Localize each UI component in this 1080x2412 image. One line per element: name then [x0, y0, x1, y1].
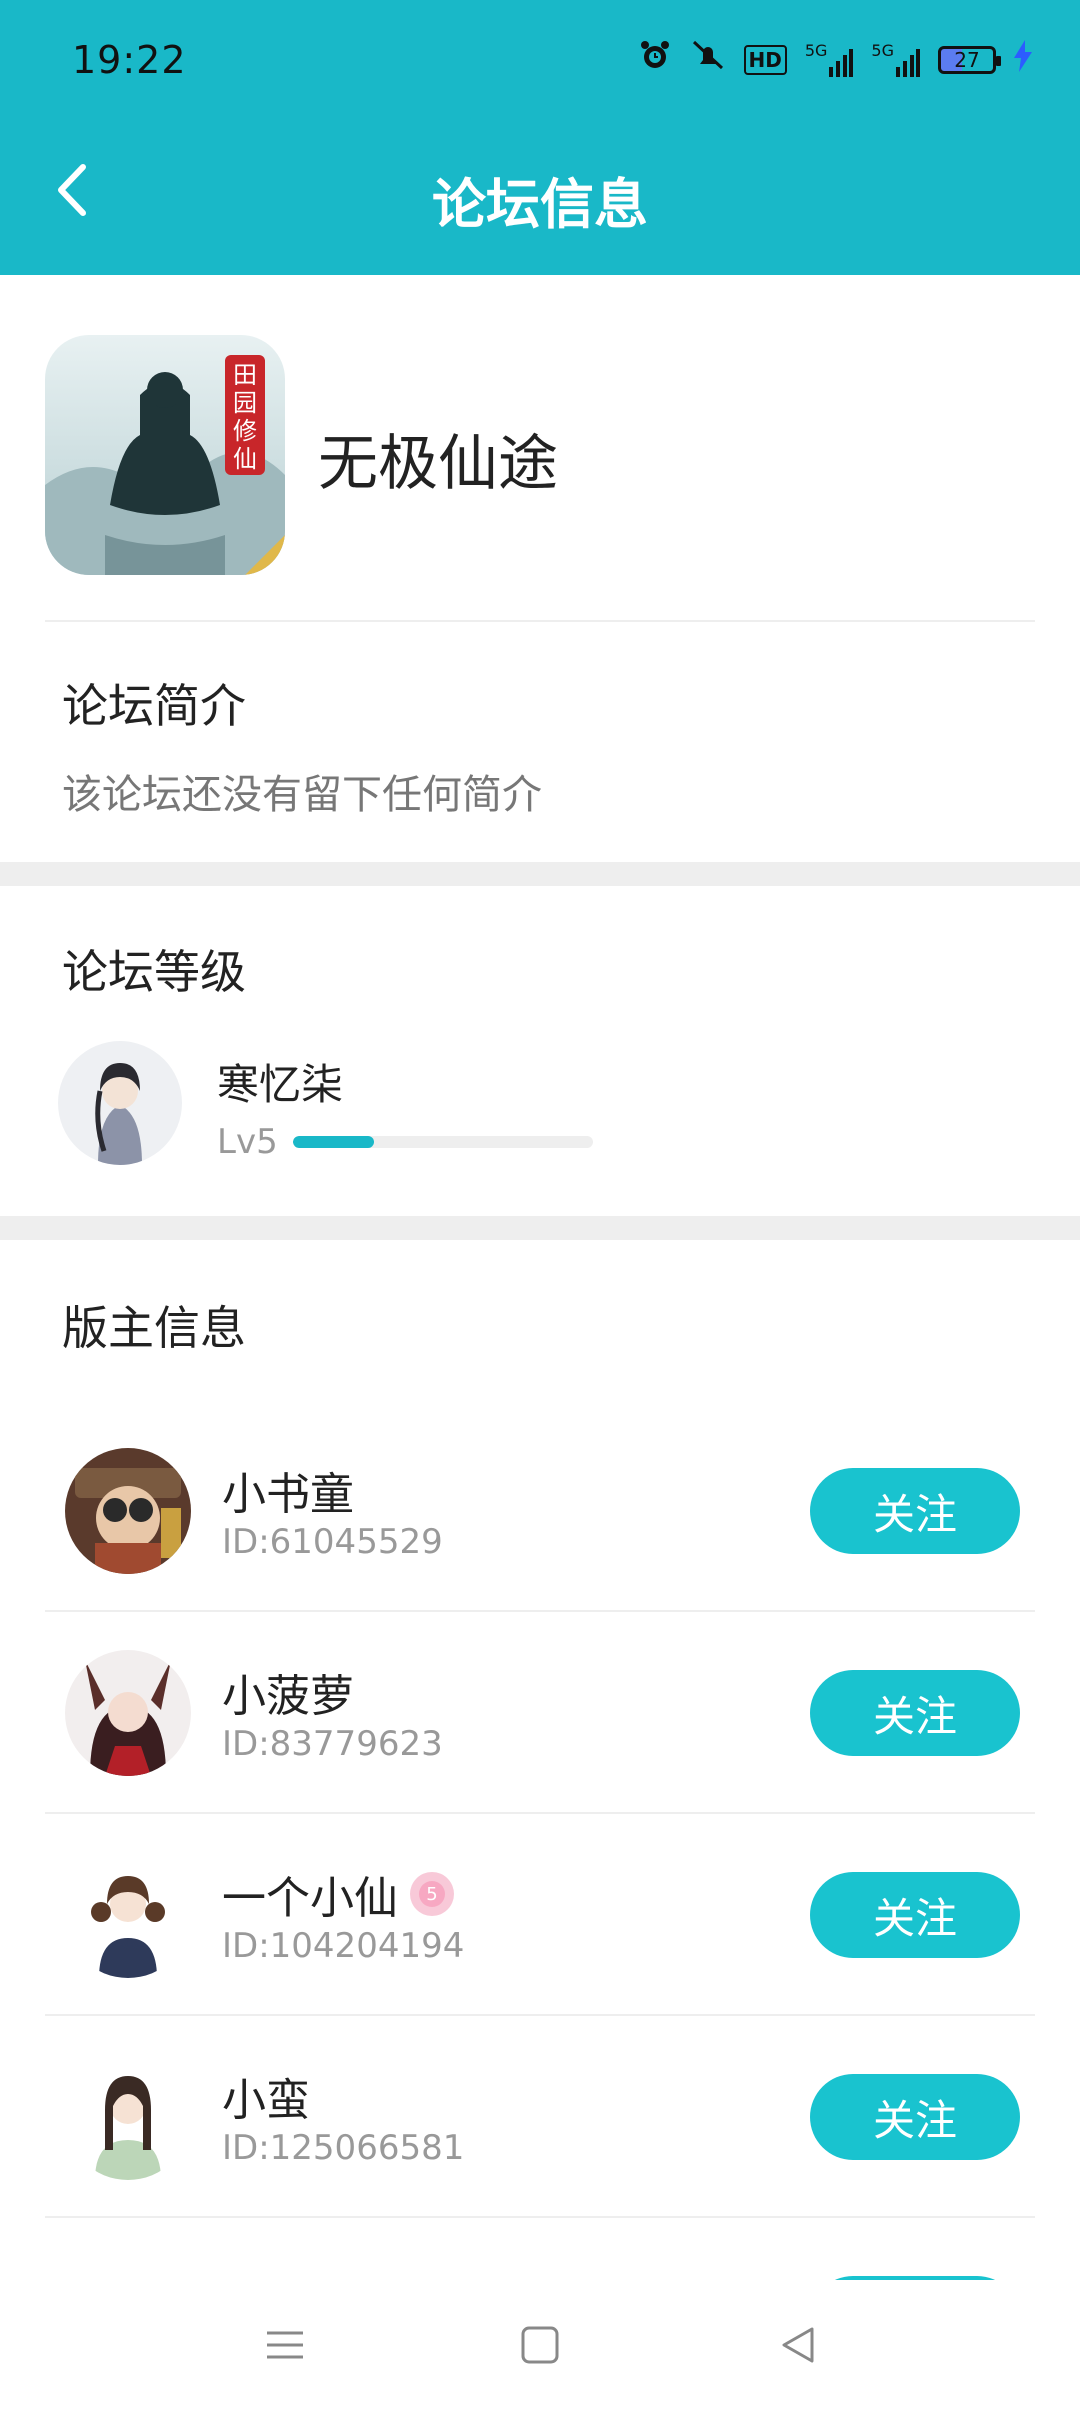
level-progress-fill [293, 1136, 374, 1148]
forum-icon-char-3: 修 [233, 417, 257, 445]
moderator-name: 叶凝烟 [222, 2266, 402, 2280]
page: 19:22 HD 5G 5G 27 论坛信息 田 园 修 仙 无极仙途 论坛简介… [0, 0, 1080, 2412]
avatar[interactable] [65, 2054, 191, 2180]
triangle-back-icon [782, 2327, 814, 2363]
moderator-id: ID:104204194 [222, 1926, 465, 1966]
svg-text:5: 5 [426, 1884, 437, 1905]
moderator-name: 小蛮 [222, 2064, 310, 2128]
charging-icon [1014, 40, 1032, 80]
avatar[interactable] [65, 1448, 191, 1574]
alarm-icon [638, 38, 672, 83]
moderator-name-text: 一个小仙 [222, 1873, 398, 1924]
level-user-name: 寒忆柒 [217, 1060, 344, 1109]
level-label: Lv5 [217, 1122, 278, 1162]
status-bar: 19:22 HD 5G 5G 27 [0, 0, 1080, 125]
intro-title: 论坛简介 [62, 679, 246, 733]
intro-text: 该论坛还没有留下任何简介 [62, 772, 542, 818]
follow-button[interactable]: 关注 [810, 2074, 1020, 2160]
back-nav-button[interactable] [758, 2310, 838, 2380]
follow-button[interactable]: 关注 [810, 1468, 1020, 1554]
section-gap [0, 1216, 1080, 1240]
moderator-name-text: 小书童 [222, 1469, 354, 1520]
list-item[interactable]: 小书童 ID:61045529 关注 [0, 1410, 1080, 1612]
avatar[interactable] [65, 1852, 191, 1978]
moderator-title: 版主信息 [62, 1301, 246, 1355]
moderator-name-text: 小菠萝 [222, 1671, 354, 1722]
forum-icon-char-2: 园 [233, 389, 257, 417]
section-gap [0, 862, 1080, 886]
list-item[interactable]: 一个小仙 5 ID:104204194 关注 [0, 1814, 1080, 2016]
list-item[interactable]: 叶凝烟 关注 [0, 2218, 1080, 2280]
menu-icon [267, 2331, 303, 2359]
list-item[interactable]: 小蛮 ID:125066581 关注 [0, 2016, 1080, 2218]
list-item[interactable]: 小菠萝 ID:83779623 关注 [0, 1612, 1080, 1814]
home-button[interactable] [500, 2310, 580, 2380]
page-title: 论坛信息 [432, 173, 648, 236]
battery-icon: 27 [938, 46, 1001, 74]
avatar[interactable] [65, 1650, 191, 1776]
level-badge-icon: 5 [410, 1872, 454, 1916]
status-time: 19:22 [72, 38, 187, 82]
signal-icon-1: 5G [805, 43, 854, 77]
forum-icon: 田 园 修 仙 [45, 335, 285, 575]
forum-level-section: 论坛等级 寒忆柒 Lv5 [0, 886, 1080, 1216]
status-icons: HD 5G 5G 27 [638, 38, 1032, 83]
moderator-id: ID:61045529 [222, 1522, 443, 1562]
hd-icon: HD [743, 45, 787, 75]
moderator-list: 小书童 ID:61045529 关注 小菠萝 ID:83779623 关注 一个… [0, 1410, 1080, 2280]
forum-header: 田 园 修 仙 无极仙途 [0, 275, 1080, 620]
moderator-name-text: 小蛮 [222, 2075, 310, 2126]
level-progress-bar [293, 1136, 593, 1148]
forum-name: 无极仙途 [318, 429, 558, 499]
menu-button[interactable] [245, 2310, 325, 2380]
follow-button[interactable]: 关注 [810, 1670, 1020, 1756]
moderator-name: 小书童 [222, 1458, 354, 1522]
moderator-id: ID:125066581 [222, 2128, 465, 2168]
nav-row: 论坛信息 [0, 140, 1080, 240]
system-navigation-bar [0, 2280, 1080, 2412]
moderator-id: ID:83779623 [222, 1724, 443, 1764]
forum-icon-char-1: 田 [233, 361, 257, 389]
follow-button[interactable]: 关注 [810, 1872, 1020, 1958]
moderator-name: 一个小仙 5 [222, 1862, 454, 1926]
forum-icon-char-4: 仙 [233, 445, 257, 473]
moderator-name-text: 叶凝烟 [222, 2266, 354, 2280]
moderator-name: 小菠萝 [222, 1660, 354, 1724]
mute-icon [690, 38, 726, 83]
app-header: 19:22 HD 5G 5G 27 论坛信息 [0, 0, 1080, 275]
avatar[interactable] [65, 2256, 191, 2280]
moderator-section: 版主信息 小书童 ID:61045529 关注 小菠萝 ID:83779623 … [0, 1240, 1080, 2280]
forum-intro-section: 论坛简介 该论坛还没有留下任何简介 [0, 622, 1080, 862]
signal-icon-2: 5G [871, 43, 920, 77]
square-home-icon [521, 2326, 559, 2364]
avatar[interactable] [58, 1041, 182, 1165]
level-title: 论坛等级 [62, 945, 246, 999]
